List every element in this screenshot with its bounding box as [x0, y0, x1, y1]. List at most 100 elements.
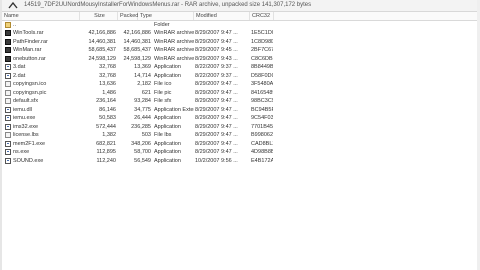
file-name: ns.exe: [13, 149, 30, 155]
file-modified: 8/29/2007 9:47 ...: [195, 140, 238, 147]
file-type: Application: [154, 157, 181, 164]
file-name: WinTools.rar: [13, 30, 44, 36]
file-size: 13,636: [99, 81, 116, 87]
column-name-header[interactable]: Name: [2, 12, 80, 20]
file-type: Application: [154, 64, 181, 70]
column-size-header[interactable]: Size: [80, 12, 118, 20]
file-type: Application: [154, 149, 181, 155]
file-crc: 98BC3C92: [251, 98, 273, 104]
archive-icon: [5, 38, 11, 45]
file-row[interactable]: iemu.exe 50,583 26,444 Application 8/29/2007…: [2, 114, 477, 123]
parent-folder-row[interactable]: .. Folder: [2, 21, 477, 29]
doc-icon: [5, 81, 11, 87]
column-modified-header[interactable]: Modified: [194, 12, 250, 20]
column-type-header[interactable]: Type: [138, 12, 194, 20]
file-modified: 8/29/2007 9:47 ...: [195, 106, 238, 113]
file-row[interactable]: iemu.dll 86,146 34,775Application Extens..…: [2, 106, 477, 115]
file-packed: 14,460,381: [123, 38, 151, 45]
file-type: WinRAR archive: [154, 38, 194, 45]
file-name: iemu.exe: [13, 115, 36, 121]
file-name: default.sfx: [13, 98, 39, 104]
column-crc-header[interactable]: CRC32: [250, 12, 274, 20]
app-icon: [5, 72, 11, 79]
file-packed: 621: [141, 89, 151, 96]
file-crc: 1E5C1D0D: [251, 30, 273, 36]
file-row[interactable]: WinMan.rar 58,685,437 58,685,437 WinRAR arc…: [2, 46, 477, 55]
file-packed: 58,700: [134, 149, 151, 155]
archive-icon: [5, 30, 11, 36]
file-packed: 58,685,437: [123, 47, 151, 53]
file-packed: 56,549: [134, 157, 151, 164]
file-row[interactable]: WinTools.rar 42,166,886 42,166,886 WinRAR a…: [2, 29, 477, 38]
file-row[interactable]: SOUND.exe 112,240 56,549 Application 10/2/20…: [2, 157, 477, 166]
file-modified: 8/29/2007 9:47 ...: [195, 38, 238, 45]
file-packed: 34,775: [134, 106, 151, 113]
file-size: 112,240: [96, 157, 116, 164]
file-type: WinRAR archive: [154, 47, 194, 53]
file-packed: 348,206: [131, 140, 151, 147]
file-row[interactable]: default.sfx 236,164 93,284 File sfx 8/29/200…: [2, 97, 477, 106]
file-modified: 8/29/2007 9:47 ...: [195, 98, 238, 104]
file-row[interactable]: mem2F1.exe 682,821 348,206 Application 8/29/…: [2, 140, 477, 149]
path-bar: 14519_7DF2UUNordMousyInstallerForWindows…: [2, 0, 477, 12]
file-crc: E4B172A3: [251, 157, 273, 164]
file-row[interactable]: copyingsn.ico 13,636 2,182 File ico 8/29/200…: [2, 80, 477, 89]
file-modified: 8/22/2007 9:37 ...: [195, 72, 238, 79]
file-packed: 13,369: [134, 64, 151, 70]
file-packed: 14,714: [134, 72, 151, 79]
file-name: iemu.dll: [13, 106, 32, 113]
file-size: 32,768: [99, 64, 116, 70]
file-row[interactable]: 2.dat 32,768 14,714 Application 8/22/2007 9:…: [2, 72, 477, 81]
file-size: 14,460,381: [88, 38, 116, 45]
archive-path-text: 14519_7DF2UUNordMousyInstallerForWindows…: [24, 2, 312, 8]
file-row[interactable]: copyingsn.pic 1,486 621 File pic 8/29/2007 9…: [2, 89, 477, 98]
file-name: SOUND.exe: [13, 157, 44, 164]
parent-name: ..: [13, 22, 17, 28]
doc-icon: [5, 98, 11, 104]
file-name: 2.dat: [13, 72, 26, 79]
file-size: 42,166,886: [88, 30, 116, 36]
app-icon: [5, 106, 11, 113]
file-packed: 26,444: [134, 115, 151, 121]
file-row[interactable]: ims32.exe 572,444 236,285 Application 8/29/2…: [2, 123, 477, 132]
file-size: 236,164: [96, 98, 116, 104]
file-modified: 8/29/2007 9:47 ...: [195, 89, 238, 96]
file-size: 1,382: [102, 132, 116, 138]
file-modified: 8/29/2007 9:47 ...: [195, 81, 238, 87]
file-type: Application: [154, 72, 181, 79]
file-modified: 10/2/2007 9:56 ...: [195, 157, 238, 164]
file-modified: 8/29/2007 9:45 ...: [195, 47, 238, 53]
file-crc: CAD8BL28: [251, 140, 273, 147]
file-crc: 8B8449B6: [251, 64, 273, 70]
doc-icon: [5, 132, 11, 138]
file-modified: 8/29/2007 9:47 ...: [195, 115, 238, 121]
file-row[interactable]: PathFinder.rar 14,460,381 14,460,381 WinRAR…: [2, 38, 477, 47]
app-icon: [5, 149, 11, 155]
file-crc: 3F5480AC: [251, 81, 273, 87]
archive-window: 14519_7DF2UUNordMousyInstallerForWindows…: [0, 0, 480, 270]
column-packed-header[interactable]: Packed: [118, 12, 138, 20]
file-type: Application: [154, 140, 181, 147]
file-type: Application Extens...: [154, 106, 194, 113]
file-row[interactable]: onebutton.rar 24,598,129 24,598,129 WinRAR …: [2, 55, 477, 64]
file-size: 32,768: [99, 72, 116, 79]
archive-icon: [5, 47, 11, 53]
file-row[interactable]: 3.dat 32,768 13,369 Application 8/22/2007 9:…: [2, 63, 477, 72]
file-type: WinRAR archive: [154, 30, 194, 36]
file-modified: 8/29/2007 9:47 ...: [195, 132, 238, 138]
file-crc: 9C54F038: [251, 115, 273, 121]
app-icon: [5, 123, 11, 130]
file-crc: B9980629: [251, 132, 273, 138]
file-size: 682,821: [96, 140, 116, 147]
file-packed: 42,166,886: [123, 30, 151, 36]
file-row[interactable]: ns.exe 112,895 58,700 Application 8/29/2007 …: [2, 148, 477, 157]
file-row[interactable]: license.lbs 1,382 503 File lbs 8/29/2007 9:4…: [2, 131, 477, 140]
file-crc: 2BF7C67B: [251, 47, 273, 53]
app-icon: [5, 115, 11, 121]
file-size: 572,444: [96, 123, 116, 130]
folder-up-icon: [5, 22, 11, 28]
app-icon: [5, 157, 11, 164]
up-folder-icon[interactable]: [8, 1, 18, 10]
file-packed: 236,285: [131, 123, 151, 130]
file-modified: 8/29/2007 9:47 ...: [195, 123, 238, 130]
